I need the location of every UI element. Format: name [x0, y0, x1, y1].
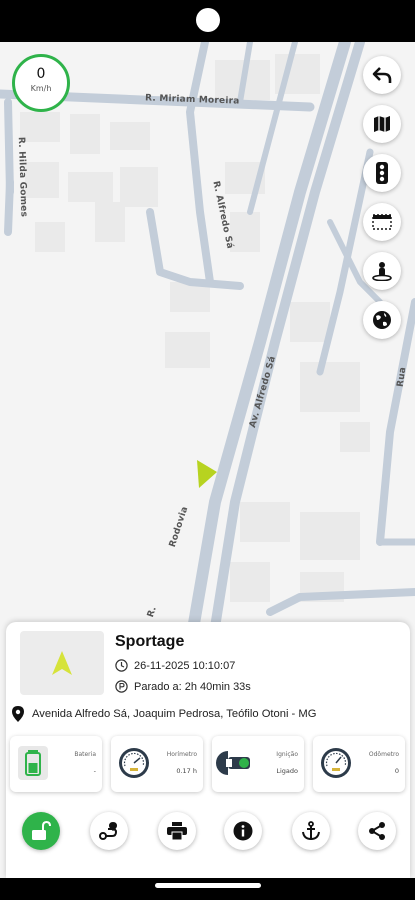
stat-label: Horímetro	[166, 751, 197, 758]
app-screen: R. Miriam Moreira R. Hilda Gomes R. Alfr…	[0, 42, 415, 878]
status-bar	[0, 0, 415, 42]
action-bar	[6, 812, 410, 852]
stat-value: Ligado	[276, 767, 298, 775]
route-icon	[99, 822, 118, 840]
vehicle-name: Sportage	[115, 633, 185, 650]
stopped-duration: Parado a: 2h 40min 33s	[134, 680, 251, 693]
battery-icon	[15, 745, 51, 781]
last-update-row: 26-11-2025 10:10:07	[115, 659, 235, 672]
globe-icon	[373, 311, 391, 329]
navigation-bar	[0, 878, 415, 900]
stat-value: 0	[394, 767, 399, 775]
navigation-arrow-icon	[52, 651, 72, 675]
stat-card-odometer[interactable]: Odômetro 0	[313, 736, 405, 792]
map-type-button[interactable]	[363, 105, 401, 143]
stat-label: Bateria	[74, 751, 96, 758]
layers-button[interactable]	[363, 203, 401, 241]
clock-icon	[115, 659, 128, 672]
globe-button[interactable]	[363, 301, 401, 339]
anchor-button[interactable]	[292, 812, 330, 850]
stat-value: 0.17 h	[176, 767, 197, 775]
unlock-icon	[32, 821, 51, 840]
speed-unit: Km/h	[30, 84, 52, 93]
vehicle-info-panel: Sportage 26-11-2025 10:10:07 Parado a: 2…	[6, 622, 410, 878]
location-pin-icon	[12, 706, 24, 722]
back-arrow-icon	[372, 67, 392, 83]
print-icon	[167, 822, 187, 840]
print-button[interactable]	[158, 812, 196, 850]
street-view-icon	[372, 262, 392, 281]
speed-value: 0	[36, 66, 46, 82]
stat-card-hourmeter[interactable]: Horímetro 0.17 h	[111, 736, 203, 792]
traffic-button[interactable]	[363, 154, 401, 192]
home-indicator[interactable]	[155, 883, 261, 888]
map-icon	[374, 116, 390, 132]
traffic-light-icon	[376, 162, 388, 184]
route-button[interactable]	[90, 812, 128, 850]
back-button[interactable]	[363, 56, 401, 94]
layers-icon	[372, 214, 392, 230]
info-icon	[233, 821, 253, 841]
odometer-icon	[318, 745, 354, 781]
ignition-key-icon	[214, 745, 258, 781]
parking-icon	[115, 680, 128, 693]
stats-row: Bateria - Horímetro 0.17 h Ignição Ligad…	[10, 736, 406, 792]
vehicle-thumbnail[interactable]	[20, 631, 104, 695]
anchor-icon	[302, 821, 320, 841]
street-view-button[interactable]	[363, 252, 401, 290]
stat-value: -	[93, 767, 96, 775]
share-icon	[369, 822, 385, 840]
vehicle-address: Avenida Alfredo Sá, Joaquim Pedrosa, Teó…	[32, 708, 317, 720]
address-row: Avenida Alfredo Sá, Joaquim Pedrosa, Teó…	[12, 706, 316, 722]
map-controls	[363, 56, 403, 350]
stat-label: Ignição	[276, 751, 298, 758]
unlock-button[interactable]	[22, 812, 60, 850]
stat-card-ignition[interactable]: Ignição Ligado	[212, 736, 304, 792]
front-camera	[196, 8, 220, 32]
last-update-datetime: 26-11-2025 10:10:07	[134, 659, 236, 672]
stopped-row: Parado a: 2h 40min 33s	[115, 680, 251, 693]
stat-label: Odômetro	[368, 751, 399, 758]
info-button[interactable]	[224, 812, 262, 850]
share-button[interactable]	[358, 812, 396, 850]
speed-indicator: 0 Km/h	[12, 54, 70, 112]
stat-card-battery[interactable]: Bateria -	[10, 736, 102, 792]
gauge-icon	[116, 745, 152, 781]
